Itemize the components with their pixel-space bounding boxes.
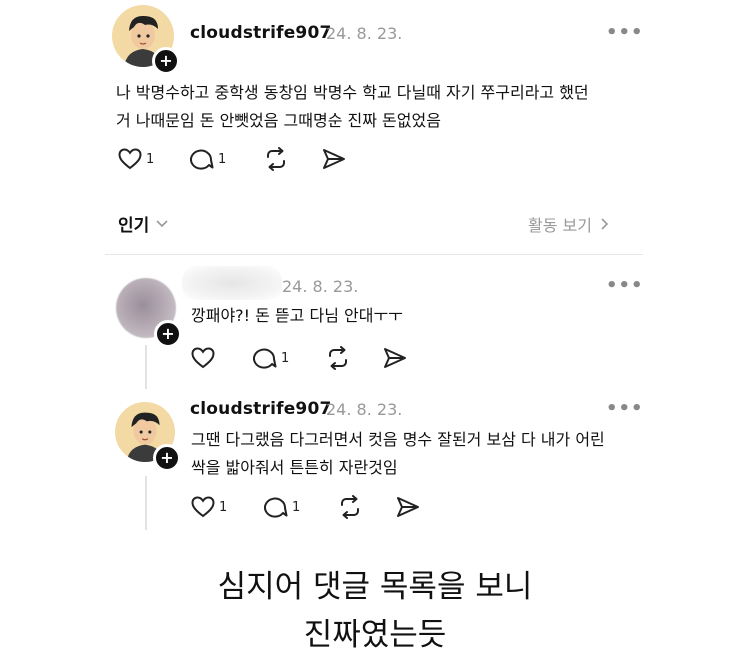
repost-icon	[341, 495, 359, 519]
thread-line	[145, 345, 147, 389]
follow-plus-icon[interactable]: +	[154, 320, 182, 348]
thread-line	[145, 476, 147, 530]
repost-button[interactable]	[263, 147, 289, 171]
reply2-date: 24. 8. 23.	[326, 400, 403, 419]
like-button[interactable]: 1	[118, 148, 154, 170]
repost-button[interactable]	[337, 495, 363, 519]
repost-button[interactable]	[325, 346, 351, 370]
caption-line-1: 심지어 댓글 목록을 보니	[217, 569, 533, 605]
avatar[interactable]: +	[112, 5, 180, 75]
post-username[interactable]: cloudstrife907	[190, 23, 332, 43]
more-options-icon[interactable]: •••	[606, 22, 644, 43]
comment-button[interactable]: 1	[264, 496, 300, 518]
repost-icon	[267, 147, 285, 171]
sort-label: 인기	[118, 216, 150, 236]
comment-button[interactable]: 1	[253, 347, 289, 369]
post-text-line-1: 나 박명수하고 중학생 동창임 박명수 학교 다닐때 자기 쭈구리라고 했던	[116, 83, 589, 102]
chevron-down-icon	[156, 219, 168, 227]
like-button[interactable]: 1	[191, 496, 227, 518]
share-button[interactable]	[383, 347, 407, 369]
reply2-text-line-1: 그땐 다그랬음 다그러면서 컷음 명수 잘된거 보삼 다 내가 어린	[191, 430, 605, 449]
more-options-icon[interactable]: •••	[606, 398, 644, 419]
comment-count: 1	[218, 151, 227, 167]
send-icon	[397, 497, 419, 517]
heart-icon	[191, 496, 215, 518]
post-text-line-2: 거 나때문임 돈 안뺏었음 그때명순 진짜 돈없었음	[116, 111, 441, 130]
caption-line-2: 진짜였는듯	[303, 617, 447, 653]
send-icon	[384, 348, 406, 368]
like-count: 1	[146, 151, 155, 167]
divider	[105, 254, 643, 255]
heart-icon	[118, 148, 142, 170]
heart-icon	[191, 347, 215, 369]
comment-button[interactable]: 1	[190, 148, 226, 170]
post-date: 24. 8. 23.	[326, 24, 403, 43]
comment-icon	[264, 497, 288, 518]
activity-link[interactable]: 활동 보기	[528, 212, 610, 236]
comment-count: 1	[281, 350, 290, 366]
sort-dropdown[interactable]: 인기	[118, 211, 169, 236]
reply2-text-line-2: 싹을 밟아줘서 튼튼히 자란것임	[191, 458, 398, 477]
comment-icon	[190, 149, 214, 170]
share-button[interactable]	[322, 148, 346, 170]
follow-plus-icon[interactable]: +	[152, 47, 180, 75]
reply2-username[interactable]: cloudstrife907	[190, 399, 332, 419]
reply1-text: 깡패야?! 돈 뜯고 다님 안대ㅜㅜ	[191, 306, 403, 325]
avatar[interactable]: +	[116, 278, 182, 348]
comment-count: 1	[292, 499, 301, 515]
send-icon	[323, 149, 345, 169]
like-button[interactable]	[191, 347, 215, 369]
share-button[interactable]	[396, 496, 420, 518]
follow-plus-icon[interactable]: +	[153, 444, 181, 472]
reply1-date: 24. 8. 23.	[282, 277, 359, 296]
avatar[interactable]: +	[115, 402, 181, 472]
like-count: 1	[219, 499, 228, 515]
activity-label: 활동 보기	[528, 216, 592, 235]
more-options-icon[interactable]: •••	[606, 275, 644, 296]
chevron-right-icon	[601, 218, 609, 230]
blurred-username	[182, 266, 282, 300]
comment-icon	[253, 348, 277, 369]
repost-icon	[329, 346, 347, 370]
